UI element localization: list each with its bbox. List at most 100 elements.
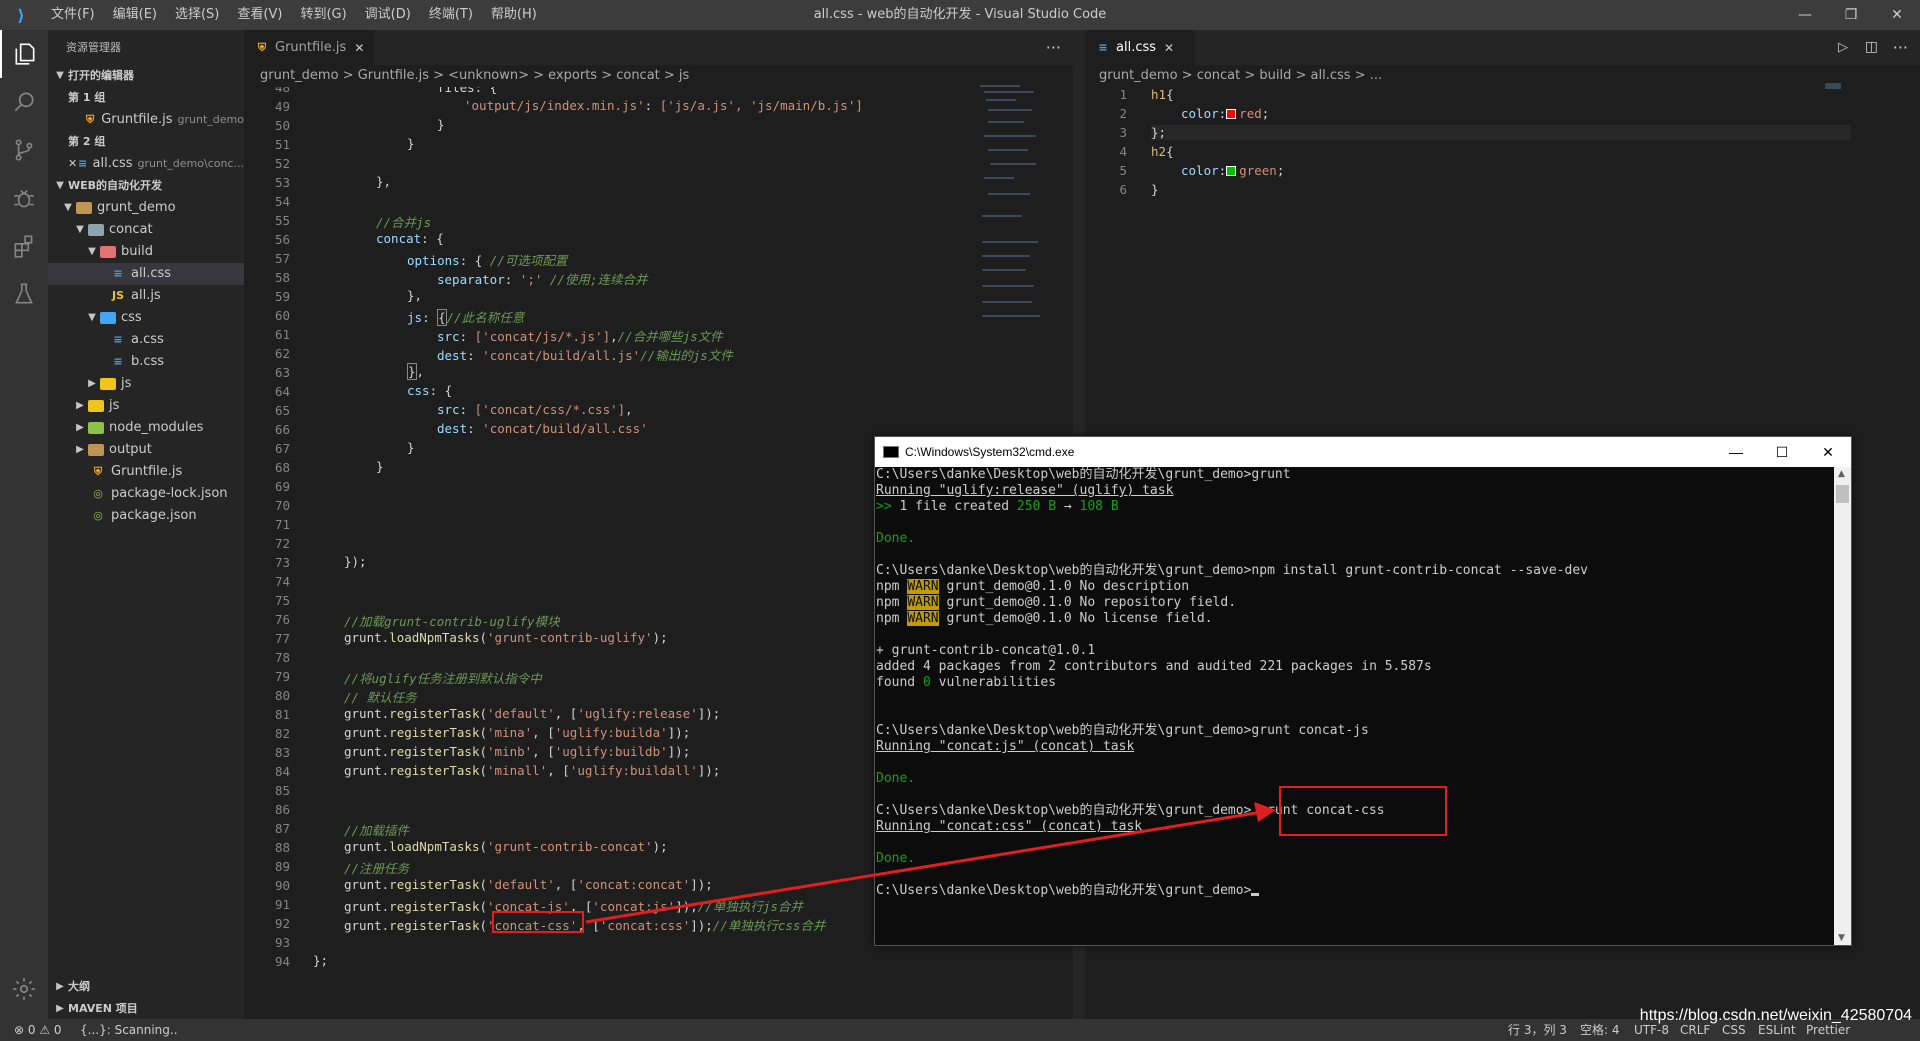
close-icon[interactable]: ✕ xyxy=(1874,0,1920,30)
code-line: } xyxy=(376,459,384,474)
tree-item[interactable]: JS all.js xyxy=(48,285,244,307)
minimize-icon[interactable]: — xyxy=(1782,0,1828,30)
cmd-line: npm WARN grunt_demo@0.1.0 No license fie… xyxy=(875,611,1833,627)
cmd-scrollbar[interactable]: ▲ ▼ xyxy=(1834,467,1851,945)
workspace-header[interactable]: ▼ WEB的自动化开发 xyxy=(48,175,244,197)
line-number: 65 xyxy=(274,403,290,418)
source-control-icon[interactable] xyxy=(0,126,48,174)
code-token: dest xyxy=(437,421,468,436)
search-icon[interactable] xyxy=(0,78,48,126)
cmd-line: + grunt-contrib-concat@1.0.1 xyxy=(876,643,1096,658)
color-swatch-green[interactable] xyxy=(1226,166,1237,176)
tree-item-label: grunt_demo xyxy=(97,200,176,215)
menu-debug[interactable]: 调试(D) xyxy=(356,0,420,30)
breadcrumb[interactable]: grunt_demo > Gruntfile.js > <unknown> > … xyxy=(260,65,1070,87)
menu-view[interactable]: 查看(V) xyxy=(228,0,291,30)
line-number: 80 xyxy=(274,688,290,703)
extensions-icon[interactable] xyxy=(0,222,48,270)
cmd-window[interactable]: C:\Windows\System32\cmd.exe — ☐ ✕ C:\Use… xyxy=(874,436,1852,946)
warn-badge: WARN xyxy=(907,595,939,610)
split-editor-icon[interactable]: ◫ xyxy=(1865,30,1878,65)
tree-item[interactable]: ▼ build xyxy=(48,241,244,263)
explorer-icon[interactable] xyxy=(0,30,48,78)
code-token: h2 xyxy=(1151,144,1167,159)
cmd-title-bar[interactable]: C:\Windows\System32\cmd.exe — ☐ ✕ xyxy=(875,437,1851,467)
code-line: } xyxy=(407,136,415,151)
close-editor-icon[interactable]: ✕ xyxy=(68,153,78,175)
restore-icon[interactable]: ❐ xyxy=(1828,0,1874,30)
debug-icon[interactable] xyxy=(0,174,48,222)
indentation[interactable]: 空格: 4 xyxy=(1580,1019,1620,1041)
tree-item[interactable]: ▼ grunt_demo xyxy=(48,197,244,219)
color-swatch-red[interactable] xyxy=(1226,109,1237,119)
code-line: } xyxy=(437,117,445,132)
tree-item[interactable]: ▶ js xyxy=(48,373,244,395)
breadcrumb[interactable]: grunt_demo > concat > build > all.css > … xyxy=(1099,65,1899,87)
close-tab-icon[interactable]: ✕ xyxy=(354,41,364,55)
open-editors-header[interactable]: ▼ 打开的编辑器 xyxy=(48,65,244,87)
minimap[interactable] xyxy=(1825,83,1841,89)
group-2-label: 第 2 组 xyxy=(48,131,244,153)
cmd-output[interactable]: C:\Users\danke\Desktop\web的自动化开发\grunt_d… xyxy=(875,467,1833,945)
scrollbar-thumb[interactable] xyxy=(1836,485,1849,503)
close-icon[interactable]: ✕ xyxy=(1805,437,1851,467)
scroll-up-icon[interactable]: ▲ xyxy=(1838,469,1845,479)
close-tab-icon[interactable]: ✕ xyxy=(1164,41,1174,55)
code-token: //使用;连续合并 xyxy=(549,272,648,287)
menu-goto[interactable]: 转到(G) xyxy=(291,0,355,30)
cmd-line xyxy=(875,691,1833,707)
line-number: 67 xyxy=(274,441,290,456)
tree-item-selected[interactable]: ≡ all.css xyxy=(48,263,244,285)
annotation-box-code xyxy=(492,911,584,933)
tree-item[interactable]: ▶ output xyxy=(48,439,244,461)
tree-item[interactable]: ◎ package-lock.json xyxy=(48,483,244,505)
explorer-title: 资源管理器 xyxy=(66,41,121,54)
open-editors-label: 打开的编辑器 xyxy=(68,69,134,82)
scroll-down-icon[interactable]: ▼ xyxy=(1838,933,1845,943)
cursor-position[interactable]: 行 3，列 3 xyxy=(1508,1019,1567,1041)
tree-item[interactable]: ▶ node_modules xyxy=(48,417,244,439)
more-actions-icon[interactable]: ··· xyxy=(1893,30,1908,65)
outline-label: 大纲 xyxy=(68,980,90,993)
menu-selection[interactable]: 选择(S) xyxy=(166,0,228,30)
tab-allcss[interactable]: ≡ all.css ✕ xyxy=(1085,30,1195,65)
tab-label: Gruntfile.js xyxy=(275,40,347,55)
menu-edit[interactable]: 编辑(E) xyxy=(104,0,166,30)
tree-item[interactable]: ▼ css xyxy=(48,307,244,329)
tree-item[interactable]: ▶ js xyxy=(48,395,244,417)
folder-icon xyxy=(88,400,104,412)
menu-terminal[interactable]: 终端(T) xyxy=(420,0,482,30)
code-line: grunt.registerTask('default', ['uglify:r… xyxy=(344,706,721,721)
open-editor-allcss[interactable]: ✕ ≡ all.css grunt_demo\conc... xyxy=(48,153,244,175)
menu-help[interactable]: 帮助(H) xyxy=(482,0,546,30)
flask-icon[interactable] xyxy=(0,270,48,318)
code-token: ['js/a.js', 'js/main/b.js'] xyxy=(659,98,863,113)
tree-item[interactable]: ◎ package.json xyxy=(48,505,244,527)
more-actions-icon[interactable]: ··· xyxy=(1046,30,1061,65)
tree-item[interactable]: ▼ concat xyxy=(48,219,244,241)
title-bar: ⟩ 文件(F) 编辑(E) 选择(S) 查看(V) 转到(G) 调试(D) 终端… xyxy=(0,0,1920,30)
open-editor-gruntfile[interactable]: ⛨ Gruntfile.js grunt_demo xyxy=(48,109,244,131)
cmd-line: Running "uglify:release" (uglify) task xyxy=(876,483,1174,498)
maven-header[interactable]: ▶ MAVEN 项目 xyxy=(48,998,244,1020)
line-number: 93 xyxy=(274,935,290,950)
tree-item[interactable]: ⛨ Gruntfile.js xyxy=(48,461,244,483)
run-icon[interactable]: ▷ xyxy=(1838,30,1848,65)
outline-header[interactable]: ▶ 大纲 xyxy=(48,976,244,998)
tree-item[interactable]: ≡ b.css xyxy=(48,351,244,373)
minimize-icon[interactable]: — xyxy=(1713,437,1759,467)
settings-gear-icon[interactable] xyxy=(0,965,48,1013)
tab-gruntfile[interactable]: ⛨ Gruntfile.js ✕ xyxy=(244,30,375,65)
menu-file[interactable]: 文件(F) xyxy=(42,0,104,30)
code-token: 'uglify:buildall' xyxy=(569,763,698,778)
chevron-down-icon: ▼ xyxy=(56,70,64,81)
tab-label: all.css xyxy=(1116,40,1157,55)
line-number: 63 xyxy=(274,365,290,380)
tree-item-label: js xyxy=(109,398,120,413)
maximize-icon[interactable]: ☐ xyxy=(1759,437,1805,467)
code-editor-gruntfile[interactable]: 48 49 50 51 52 53 54 55 56 57 58 59 60 61 62 63 64 65 66 67… xyxy=(244,87,974,1019)
cmd-line xyxy=(875,547,1833,563)
chevron-right-icon: ▶ xyxy=(88,378,96,389)
problems-count[interactable]: ⊗ 0 ⚠ 0 xyxy=(14,1019,62,1041)
tree-item[interactable]: ≡ a.css xyxy=(48,329,244,351)
